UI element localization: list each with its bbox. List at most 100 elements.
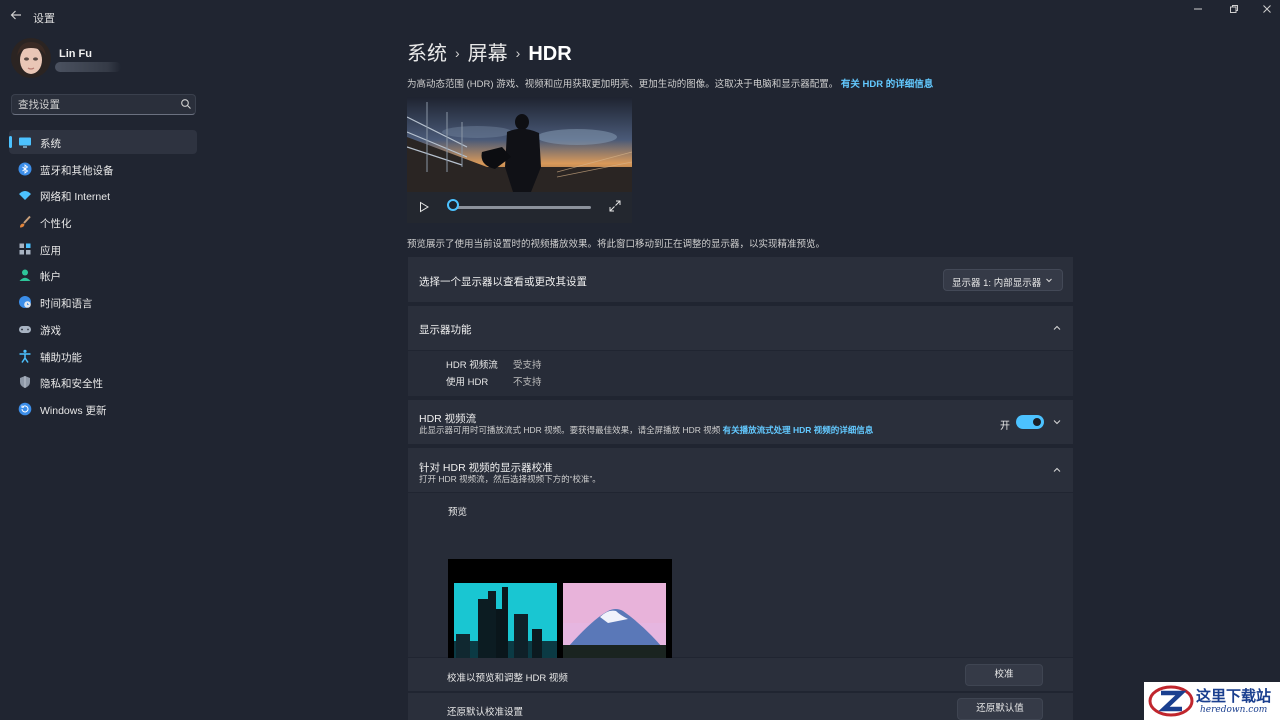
sidebar-item-label: 系统 bbox=[40, 138, 61, 150]
capability-key: 使用 HDR bbox=[446, 377, 489, 388]
watermark-logo: 这里下载站 heredown.com bbox=[1144, 682, 1280, 720]
brush-icon bbox=[20, 215, 31, 228]
calibration-preview-section: 预览 bbox=[408, 493, 1073, 685]
reset-calibration-row: 还原默认校准设置 还原默认值 bbox=[408, 693, 1073, 720]
minimize-button[interactable] bbox=[1183, 3, 1213, 19]
chevron-right-icon: › bbox=[455, 45, 460, 61]
breadcrumb-display[interactable]: 屏幕 bbox=[468, 37, 508, 66]
reset-defaults-button[interactable]: 还原默认值 bbox=[957, 698, 1043, 720]
arrow-left-icon bbox=[10, 10, 21, 20]
calibrate-button[interactable]: 校准 bbox=[965, 664, 1043, 686]
hdr-streaming-card: HDR 视频流 此显示器可用时可播放流式 HDR 视频。要获得最佳效果，请全屏播… bbox=[408, 400, 1073, 444]
display-capabilities-header[interactable]: 显示器功能 bbox=[408, 306, 1073, 350]
sidebar-item-personalization[interactable]: 个性化 bbox=[9, 210, 197, 234]
toggle-state-label: 开 bbox=[1000, 421, 1010, 432]
video-seek-thumb[interactable] bbox=[447, 199, 459, 211]
sidebar-item-system[interactable]: 系统 bbox=[9, 130, 197, 154]
app-title: 设置 bbox=[33, 13, 55, 25]
chevron-down-icon bbox=[1046, 278, 1052, 283]
search-input[interactable] bbox=[18, 98, 168, 112]
capability-value: 不支持 bbox=[513, 377, 542, 388]
video-frame-image bbox=[407, 97, 632, 192]
sidebar-item-gaming[interactable]: 游戏 bbox=[9, 317, 197, 341]
breadcrumb-system[interactable]: 系统 bbox=[407, 37, 447, 66]
calibrate-row: 校准以预览和调整 HDR 视频 校准 bbox=[408, 658, 1073, 691]
watermark-subtext: heredown.com bbox=[1200, 705, 1268, 715]
reset-calibration-label: 还原默认校准设置 bbox=[447, 707, 524, 718]
hdr-streaming-learn-more-link[interactable]: 有关播放流式处理 HDR 视频的详细信息 bbox=[723, 425, 874, 435]
gamepad-icon bbox=[19, 325, 31, 333]
sidebar-item-accessibility[interactable]: 辅助功能 bbox=[9, 344, 197, 368]
sidebar-item-label: 游戏 bbox=[40, 324, 61, 337]
video-preview bbox=[407, 97, 632, 223]
shield-icon bbox=[20, 376, 30, 389]
avatar[interactable] bbox=[11, 38, 51, 78]
sidebar-item-label: 网络和 Internet bbox=[40, 191, 111, 204]
user-email-blurred bbox=[55, 62, 121, 72]
capability-key: HDR 视频流 bbox=[446, 360, 498, 371]
breadcrumb: 系统 › 屏幕 › HDR bbox=[407, 37, 572, 66]
sidebar-item-label: 应用 bbox=[40, 244, 61, 257]
bluetooth-icon bbox=[18, 162, 32, 176]
user-name: Lin Fu bbox=[59, 48, 92, 60]
update-icon bbox=[18, 402, 32, 416]
fullscreen-icon[interactable] bbox=[608, 199, 622, 213]
sidebar-nav: 系统 蓝牙和其他设备 网络和 Internet 个性化 应用 帐户 时间和语言 … bbox=[9, 130, 197, 424]
play-icon[interactable] bbox=[417, 200, 431, 214]
restore-button[interactable] bbox=[1219, 3, 1249, 19]
globe-clock-icon bbox=[19, 296, 31, 309]
video-controls bbox=[407, 192, 632, 223]
toggle-knob bbox=[1033, 418, 1041, 426]
person-icon bbox=[19, 269, 31, 282]
calibration-desc: 打开 HDR 视频流，然后选择视频下方的“校准”。 bbox=[419, 474, 601, 484]
sidebar-item-label: 辅助功能 bbox=[40, 351, 82, 364]
watermark-logo-icon bbox=[1148, 685, 1194, 717]
sidebar-item-label: 个性化 bbox=[40, 218, 72, 231]
restore-icon bbox=[1230, 5, 1238, 13]
sidebar-item-label: 时间和语言 bbox=[40, 298, 93, 311]
apps-icon bbox=[19, 243, 31, 255]
chevron-down-icon[interactable] bbox=[1051, 416, 1063, 428]
sidebar-item-bluetooth[interactable]: 蓝牙和其他设备 bbox=[9, 157, 197, 181]
video-seek-bar[interactable] bbox=[455, 206, 591, 209]
sidebar-item-privacy[interactable]: 隐私和安全性 bbox=[9, 370, 197, 394]
chevron-right-icon: › bbox=[515, 45, 521, 61]
hdr-learn-more-link[interactable]: 有关 HDR 的详细信息 bbox=[841, 79, 933, 90]
monitor-icon bbox=[19, 137, 31, 148]
sidebar-item-accounts[interactable]: 帐户 bbox=[9, 263, 197, 287]
sidebar-item-label: 蓝牙和其他设备 bbox=[40, 164, 114, 177]
minimize-icon bbox=[1194, 8, 1202, 10]
calibration-preview-label: 预览 bbox=[448, 507, 468, 518]
close-icon bbox=[1263, 5, 1271, 13]
close-button[interactable] bbox=[1252, 3, 1280, 19]
title-bar: 设置 bbox=[0, 0, 1280, 32]
sidebar-item-label: 帐户 bbox=[40, 271, 61, 284]
sidebar-item-apps[interactable]: 应用 bbox=[9, 237, 197, 261]
search-icon[interactable] bbox=[180, 98, 192, 110]
page-title: HDR bbox=[528, 43, 572, 65]
search-box[interactable] bbox=[11, 94, 196, 115]
watermark-text: 这里下载站 bbox=[1196, 687, 1272, 705]
calibration-header[interactable]: 针对 HDR 视频的显示器校准 打开 HDR 视频流，然后选择视频下方的“校准”… bbox=[408, 448, 1073, 492]
sidebar-item-windows-update[interactable]: Windows 更新 bbox=[9, 397, 197, 421]
sidebar-item-label: Windows 更新 bbox=[40, 404, 107, 417]
capabilities-title: 显示器功能 bbox=[419, 324, 472, 336]
back-button[interactable] bbox=[8, 9, 24, 23]
intro-text: 为高动态范围 (HDR) 游戏、视频和应用获取更加明亮、更加生动的图像。这取决于… bbox=[407, 76, 933, 90]
hdr-streaming-desc: 此显示器可用时可播放流式 HDR 视频。要获得最佳效果，请全屏播放 HDR 视频… bbox=[419, 424, 873, 436]
capability-value: 受支持 bbox=[513, 360, 542, 371]
hdr-streaming-desc-text: 此显示器可用时可播放流式 HDR 视频。要获得最佳效果，请全屏播放 HDR 视频 bbox=[419, 425, 721, 435]
display-select-card: 选择一个显示器以查看或更改其设置 显示器 1: 内部显示器 bbox=[408, 257, 1073, 302]
sidebar-item-label: 隐私和安全性 bbox=[40, 378, 103, 391]
wifi-icon bbox=[19, 191, 31, 201]
display-capabilities-body: HDR 视频流 受支持 使用 HDR 不支持 bbox=[408, 351, 1073, 396]
display-dropdown[interactable]: 显示器 1: 内部显示器 bbox=[943, 269, 1063, 291]
chevron-up-icon[interactable] bbox=[1051, 464, 1063, 476]
sidebar-item-network[interactable]: 网络和 Internet bbox=[9, 183, 197, 207]
sidebar-item-time-language[interactable]: 时间和语言 bbox=[9, 290, 197, 314]
preview-note: 预览展示了使用当前设置时的视频播放效果。将此窗口移动到正在调整的显示器，以实现精… bbox=[407, 239, 826, 250]
hdr-streaming-toggle[interactable] bbox=[1016, 415, 1044, 429]
display-select-label: 选择一个显示器以查看或更改其设置 bbox=[419, 276, 587, 288]
chevron-up-icon[interactable] bbox=[1051, 322, 1063, 334]
calibrate-label: 校准以预览和调整 HDR 视频 bbox=[447, 673, 568, 684]
